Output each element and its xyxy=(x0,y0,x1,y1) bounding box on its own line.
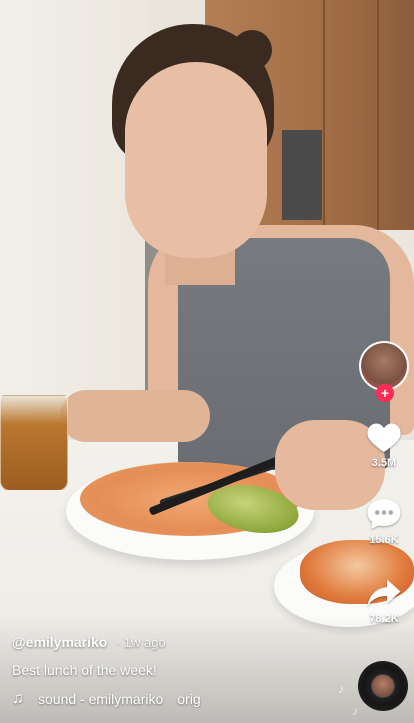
person-face xyxy=(125,62,267,258)
floating-note-icon: ♪ xyxy=(352,704,358,718)
like-button[interactable]: 3.5M xyxy=(357,420,411,469)
floating-note-icon: ♪ xyxy=(338,682,344,696)
music-disc-cover xyxy=(371,674,395,698)
cabinet-divider xyxy=(377,0,379,230)
share-button[interactable]: 78.2K xyxy=(357,576,411,625)
caption-header: @emilymariko · 1w ago xyxy=(12,634,342,652)
comment-count: 15.6K xyxy=(369,534,399,546)
sound-name: sound - emilymariko xyxy=(38,691,164,707)
video-frame[interactable] xyxy=(0,0,414,723)
share-count: 78.2K xyxy=(369,613,399,625)
sound-link[interactable]: ♫ sound - emilymariko orig xyxy=(12,690,342,708)
person-hair-bun xyxy=(232,30,272,70)
appliance xyxy=(282,130,322,220)
cabinet-divider xyxy=(323,0,325,230)
post-age: · 1w ago xyxy=(115,635,166,650)
heart-icon xyxy=(367,423,401,452)
comment-icon xyxy=(367,499,401,529)
sound-name-continued: orig xyxy=(177,691,201,707)
follow-plus-icon[interactable]: + xyxy=(376,384,394,402)
video-caption: @emilymariko · 1w ago Best lunch of the … xyxy=(12,634,342,708)
person-arm-left xyxy=(60,390,210,442)
iced-tea-glass xyxy=(0,395,68,491)
music-note-icon: ♫ xyxy=(12,690,24,707)
comment-button[interactable]: 15.6K xyxy=(357,497,411,546)
creator-username[interactable]: @emilymariko xyxy=(12,634,107,650)
share-arrow-icon xyxy=(367,579,401,607)
like-count: 3.5M xyxy=(371,457,397,469)
video-description: Best lunch of the week! xyxy=(12,662,157,678)
